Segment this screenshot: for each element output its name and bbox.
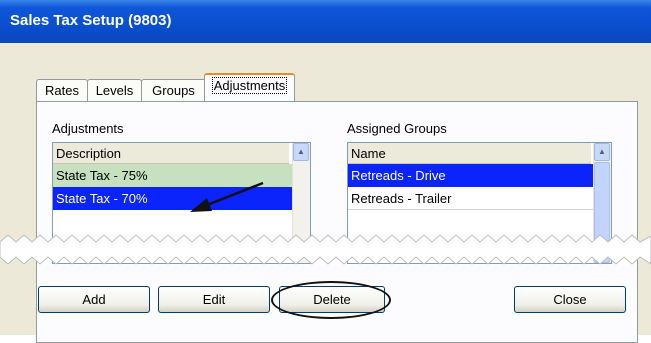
edit-button[interactable]: Edit — [158, 286, 270, 313]
tab-adjustments-label: Adjustments — [211, 77, 288, 94]
chevron-up-icon[interactable]: ▲ — [293, 143, 309, 161]
assigned-groups-label: Assigned Groups — [347, 121, 447, 136]
arrow-annotation-icon — [190, 181, 264, 212]
tab-groups[interactable]: Groups — [141, 79, 206, 102]
close-button[interactable]: Close — [514, 286, 626, 313]
description-column-header[interactable]: Description — [53, 143, 289, 164]
close-button-label: Close — [553, 292, 587, 307]
tab-levels-label: Levels — [95, 83, 134, 98]
name-column-header[interactable]: Name — [348, 143, 591, 164]
tab-adjustments[interactable]: Adjustments — [204, 73, 295, 103]
window-title: Sales Tax Setup (9803) — [10, 12, 172, 29]
tab-levels[interactable]: Levels — [87, 79, 142, 102]
adjustments-label: Adjustments — [52, 121, 124, 136]
tab-rates-label: Rates — [45, 83, 79, 98]
title-bar[interactable]: Sales Tax Setup (9803) — [0, 0, 651, 43]
tab-groups-label: Groups — [152, 83, 195, 98]
add-button-label: Add — [82, 292, 106, 307]
list-item[interactable]: Retreads - Trailer — [348, 187, 593, 210]
edit-button-label: Edit — [202, 292, 226, 307]
highlight-circle-annotation — [271, 281, 391, 319]
sales-tax-setup-window: Sales Tax Setup (9803) Rates Levels Grou… — [0, 0, 651, 343]
list-item[interactable]: Retreads - Drive — [348, 164, 593, 187]
tab-rates[interactable]: Rates — [36, 79, 88, 102]
torn-edge-divider — [0, 234, 651, 265]
chevron-up-icon[interactable]: ▲ — [594, 143, 610, 161]
add-button[interactable]: Add — [38, 286, 150, 313]
